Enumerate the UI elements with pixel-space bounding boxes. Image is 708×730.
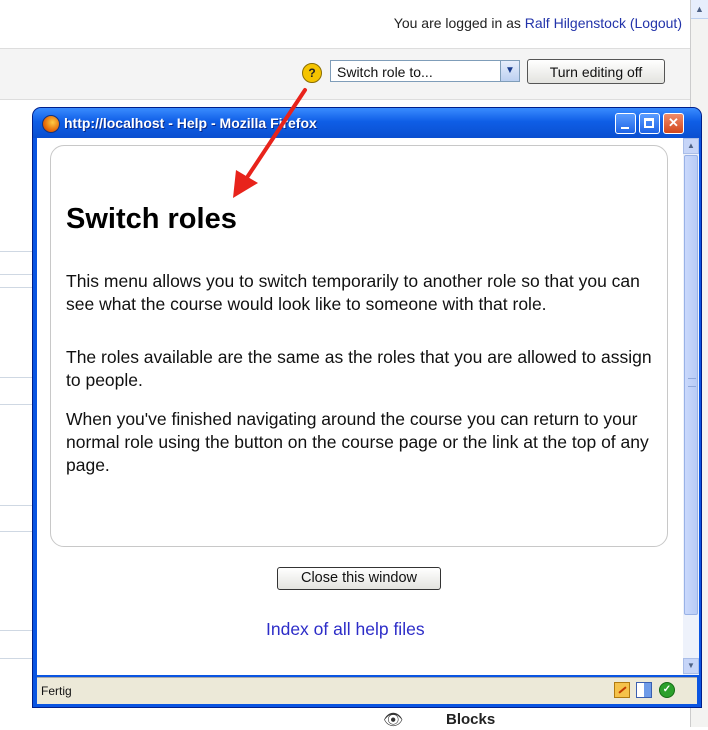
logout-link[interactable]: (Logout) [630, 15, 682, 31]
ok-check-icon: ✓ [659, 682, 675, 698]
help-paragraph: This menu allows you to switch temporari… [66, 271, 640, 314]
minimize-icon [621, 127, 629, 129]
switch-role-select[interactable]: Switch role to... ▼ [330, 60, 520, 82]
page-icon[interactable] [636, 682, 652, 698]
help-paragraph: The roles available are the same as the … [66, 347, 652, 390]
close-this-window-button[interactable]: Close this window [277, 567, 441, 590]
help-question-icon[interactable]: ? [302, 63, 322, 83]
status-text: Fertig [41, 684, 72, 698]
edit-page-icon[interactable] [614, 682, 630, 698]
help-popup-window: http://localhost - Help - Mozilla Firefo… [33, 108, 701, 707]
login-prefix: You are logged in as [393, 15, 525, 31]
maximize-icon [644, 118, 654, 128]
scrollbar-thumb[interactable] [684, 155, 698, 615]
minimize-button[interactable] [615, 113, 636, 134]
eye-icon[interactable]: 👁 [383, 710, 403, 730]
help-title: Switch roles [66, 203, 237, 235]
close-icon: ✕ [668, 115, 679, 130]
chevron-down-icon[interactable]: ▼ [500, 61, 519, 81]
help-content-box: Switch roles This menu allows you to swi… [50, 145, 668, 547]
window-titlebar[interactable]: http://localhost - Help - Mozilla Firefo… [33, 108, 701, 138]
turn-editing-off-button[interactable]: Turn editing off [527, 59, 665, 84]
user-name-link[interactable]: Ralf Hilgenstock [525, 15, 626, 31]
window-title: http://localhost - Help - Mozilla Firefo… [64, 115, 317, 131]
help-paragraph: When you've finished navigating around t… [66, 409, 649, 475]
maximize-button[interactable] [639, 113, 660, 134]
scroll-up-icon[interactable]: ▲ [691, 0, 708, 19]
popup-content: Switch roles This menu allows you to swi… [37, 138, 699, 675]
status-bar: Fertig ✓ [37, 677, 697, 704]
help-index-link[interactable]: Index of all help files [266, 619, 425, 640]
scroll-down-icon[interactable]: ▼ [683, 658, 699, 674]
switch-role-select-value: Switch role to... [337, 64, 433, 80]
login-info: You are logged in as Ralf Hilgenstock (L… [394, 15, 682, 31]
scroll-up-icon[interactable]: ▲ [683, 138, 699, 154]
grip-icon [688, 378, 696, 387]
firefox-icon [42, 115, 60, 133]
blocks-heading: Blocks [446, 711, 496, 728]
close-window-button[interactable]: ✕ [663, 113, 684, 134]
popup-scrollbar[interactable]: ▲ ▼ [683, 138, 699, 675]
